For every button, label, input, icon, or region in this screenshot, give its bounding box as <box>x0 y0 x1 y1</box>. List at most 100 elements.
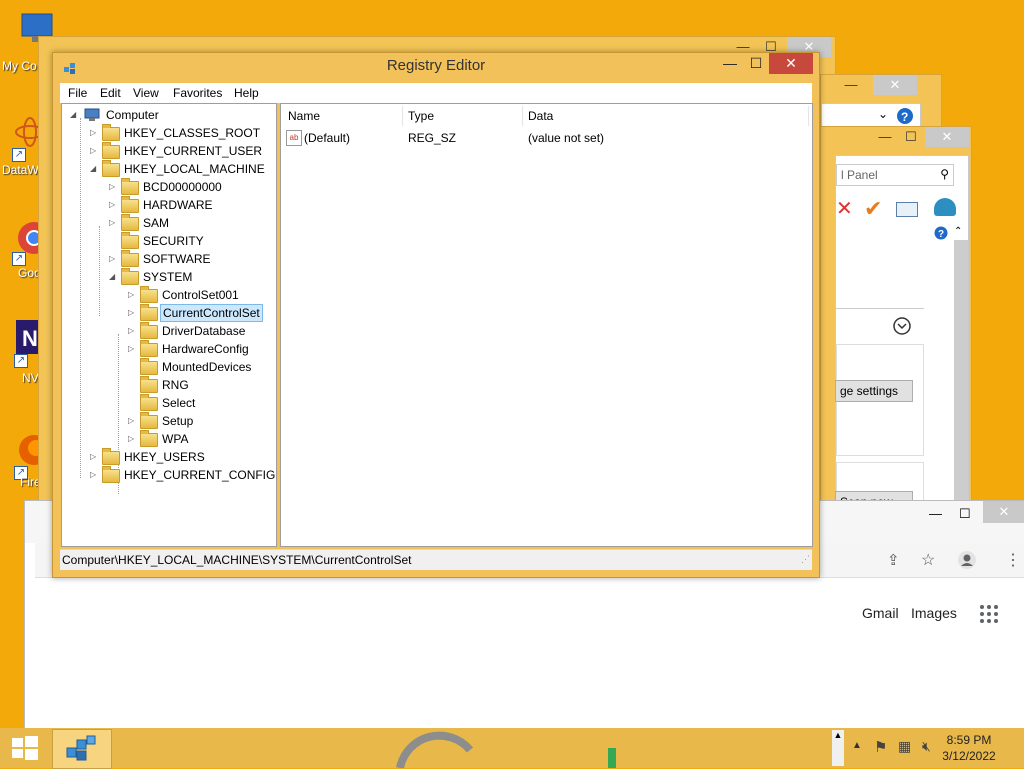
help-icon[interactable]: ? <box>934 226 948 240</box>
taskbar-registry-editor[interactable] <box>52 729 112 769</box>
mail-icon[interactable] <box>896 202 918 217</box>
folder-icon <box>140 376 158 393</box>
expand-arrow-icon[interactable]: ▷ <box>128 322 138 340</box>
value-row[interactable]: ab (Default) REG_SZ (value not set) <box>281 129 811 147</box>
status-bar: Computer\HKEY_LOCAL_MACHINE\SYSTEM\Curre… <box>60 549 812 570</box>
close-icon[interactable]: ✕ <box>925 127 969 147</box>
bookmark-star-icon[interactable]: ☆ <box>921 550 935 570</box>
column-divider[interactable] <box>808 106 809 126</box>
system-clock[interactable]: 8:59 PM 3/12/2022 <box>934 732 1004 764</box>
images-link[interactable]: Images <box>911 605 957 621</box>
google-logo-partial <box>396 731 616 768</box>
folder-icon <box>140 412 158 429</box>
scroll-up-icon[interactable]: ▲ <box>832 730 844 766</box>
folder-icon <box>140 304 158 321</box>
registry-tree-pane[interactable]: ◢ Computer ▷ HKEY_CLASSES_ROOT ▷ HKEY_CU… <box>61 103 277 547</box>
clock-time: 8:59 PM <box>946 733 992 747</box>
show-hidden-icons-button[interactable]: ▲ <box>852 740 862 751</box>
checkmark-icon[interactable]: ✔ <box>864 196 882 222</box>
expand-arrow-icon[interactable]: ▷ <box>90 142 100 160</box>
registry-values-pane[interactable]: Name Type Data ab (Default) REG_SZ (valu… <box>280 103 813 547</box>
maximize-icon[interactable]: ☐ <box>959 506 971 522</box>
close-button[interactable]: ✕ <box>769 53 813 74</box>
control-panel-content: l Panel ⚲ ✕ ✔ ? ⌃ ge settings Scan now <box>835 155 969 506</box>
desktop-label-datawarehouse: DataW <box>2 163 39 177</box>
expand-arrow-icon[interactable]: ▷ <box>128 304 138 322</box>
value-name: (Default) <box>304 131 351 145</box>
expand-arrow-icon[interactable]: ▷ <box>90 466 100 484</box>
expand-arrow-icon[interactable]: ▷ <box>90 448 100 466</box>
volume-muted-icon[interactable]: 🔇︎ <box>922 738 931 755</box>
folder-icon <box>140 358 158 375</box>
search-input[interactable]: l Panel ⚲ <box>836 164 954 186</box>
search-icon[interactable]: ⚲ <box>940 167 949 181</box>
folder-icon <box>121 178 139 195</box>
minimize-button[interactable]: — <box>717 53 743 74</box>
string-value-icon: ab <box>286 130 302 146</box>
folder-icon <box>102 142 120 159</box>
folder-icon <box>121 250 139 267</box>
collapse-arrow-icon[interactable]: ◢ <box>70 106 80 124</box>
profile-avatar-icon[interactable] <box>957 550 977 570</box>
share-icon[interactable]: ⇪ <box>887 551 900 569</box>
expand-arrow-icon[interactable]: ▷ <box>128 412 138 430</box>
resize-grip-icon[interactable]: ⋰ <box>801 554 810 565</box>
maximize-button[interactable]: ☐ <box>743 53 769 74</box>
close-icon[interactable]: ✕ <box>983 501 1024 523</box>
scrollbar[interactable] <box>954 240 968 504</box>
close-icon: ✕ <box>785 55 797 71</box>
clock-date: 3/12/2022 <box>942 749 996 763</box>
column-header-name[interactable]: Name <box>288 106 320 126</box>
start-button[interactable] <box>0 728 50 768</box>
close-icon[interactable]: ✕ <box>873 75 917 95</box>
minimize-icon[interactable]: — <box>929 506 942 521</box>
desktop-label-my-computer: My Co <box>2 59 37 73</box>
collapse-arrow-icon[interactable]: ◢ <box>109 268 119 286</box>
help-icon[interactable]: ? <box>896 107 914 125</box>
shortcut-arrow-icon: ↗ <box>14 354 28 368</box>
expand-arrow-icon[interactable]: ▷ <box>109 196 119 214</box>
folder-icon <box>140 340 158 357</box>
registry-editor-app-icon <box>66 735 96 761</box>
delete-icon[interactable]: ✕ <box>836 196 853 221</box>
scroll-up-icon[interactable]: ⌃ <box>954 226 962 237</box>
folder-icon <box>140 286 158 303</box>
divider <box>836 308 924 309</box>
column-header-data[interactable]: Data <box>528 106 553 126</box>
action-center-flag-icon[interactable]: ⚑ <box>874 738 887 756</box>
apps-grid-icon[interactable] <box>979 604 999 624</box>
maximize-icon[interactable]: ☐ <box>897 127 925 147</box>
menu-favorites[interactable]: Favorites <box>173 86 222 100</box>
folder-icon <box>121 232 139 249</box>
collapse-arrow-icon[interactable]: ◢ <box>90 160 100 178</box>
minimize-icon[interactable]: — <box>837 75 865 95</box>
settings-panel: ge settings <box>835 344 924 456</box>
expand-arrow-icon[interactable]: ▷ <box>90 124 100 142</box>
shell-icon[interactable] <box>934 198 956 216</box>
column-divider[interactable] <box>522 106 523 126</box>
folder-icon <box>102 448 120 465</box>
expand-arrow-icon[interactable]: ▷ <box>109 178 119 196</box>
expand-arrow-icon[interactable]: ▷ <box>109 214 119 232</box>
menu-kebab-icon[interactable]: ⋮ <box>1005 550 1021 570</box>
expand-arrow-icon[interactable]: ▷ <box>128 340 138 358</box>
change-settings-button[interactable]: ge settings <box>835 380 913 402</box>
expand-arrow-icon[interactable]: ▷ <box>128 286 138 304</box>
menu-view[interactable]: View <box>133 86 159 100</box>
desktop-label-nvivo: NV <box>22 371 39 385</box>
network-icon[interactable]: ▦ <box>898 738 911 755</box>
expand-circle-icon[interactable] <box>892 316 912 336</box>
menu-file[interactable]: File <box>68 86 87 100</box>
minimize-icon[interactable]: — <box>871 127 899 147</box>
registry-editor-window[interactable]: Registry Editor — ☐ ✕ File Edit View Fav… <box>52 52 820 578</box>
control-panel-window[interactable]: — ☐ ✕ l Panel ⚲ ✕ ✔ ? ⌃ ge settings Scan… <box>820 126 972 506</box>
menu-edit[interactable]: Edit <box>100 86 121 100</box>
folder-icon <box>121 214 139 231</box>
expand-arrow-icon[interactable]: ▷ <box>128 430 138 448</box>
chevron-down-icon[interactable]: ⌄ <box>878 107 888 121</box>
gmail-link[interactable]: Gmail <box>862 605 899 621</box>
menu-help[interactable]: Help <box>234 86 259 100</box>
expand-arrow-icon[interactable]: ▷ <box>109 250 119 268</box>
column-header-type[interactable]: Type <box>408 106 434 126</box>
column-divider[interactable] <box>402 106 403 126</box>
